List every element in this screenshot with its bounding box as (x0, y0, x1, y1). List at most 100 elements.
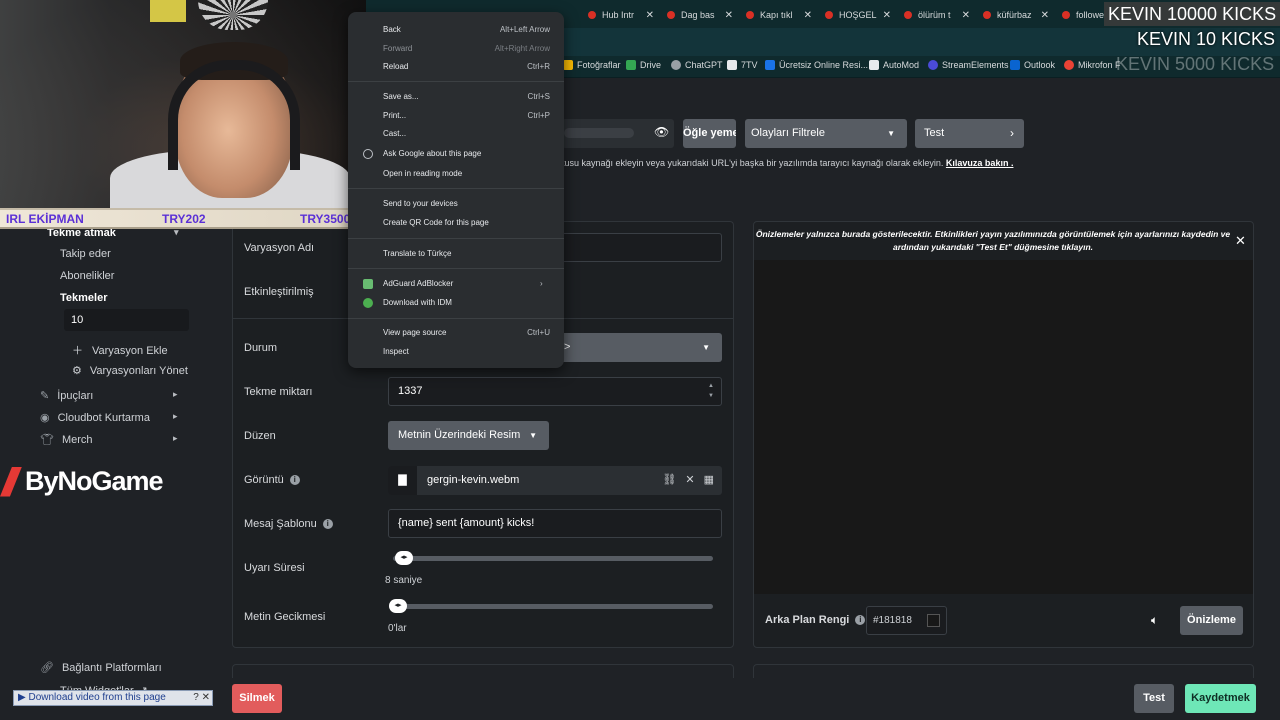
color-swatch[interactable] (927, 614, 940, 627)
close-tab-icon[interactable]: ✕ (962, 10, 970, 21)
7tv-icon (727, 60, 737, 70)
close-tab-icon[interactable]: ✕ (804, 10, 812, 21)
info-icon[interactable]: i (289, 475, 300, 486)
sidebar-item-subs[interactable]: Abonelikler (60, 270, 114, 282)
tab-favicon-icon (667, 11, 675, 19)
bookmark-7tv[interactable]: 7TV (727, 60, 758, 70)
close-icon[interactable]: ✕ (685, 474, 694, 486)
sidebar-item-merch[interactable]: 👕︎ Merch ▸ (40, 433, 190, 446)
browser-source-info: tusu kaynağı ekleyin veya yukarıdaki URL… (562, 158, 1014, 168)
shortcut-print: Ctrl+P (527, 111, 550, 120)
tab-4[interactable]: HOŞGEL ✕ (825, 5, 891, 25)
tab-2[interactable]: Dag bas ✕ (667, 5, 733, 25)
preview-button[interactable]: Önizleme (1180, 606, 1243, 635)
link-icon: 🔗︎ (40, 662, 54, 674)
menu-cast[interactable]: Cast... (383, 129, 406, 138)
grid-icon[interactable]: ▦ (704, 474, 714, 486)
message-template-label: Mesaj Şablonu i (244, 518, 333, 530)
manage-variations-button[interactable]: ⚙ Varyasyonları Yönet (72, 364, 188, 377)
text-delay-slider[interactable]: ◂▸ (389, 599, 713, 613)
tab-5[interactable]: ölürüm t ✕ (904, 5, 970, 25)
menu-reload[interactable]: Reload (383, 62, 408, 71)
bynogame-logo: ByNoGame (0, 466, 164, 497)
menu-adguard[interactable]: AdGuard AdBlocker (383, 279, 453, 288)
caret-down-icon: ▼ (529, 431, 537, 440)
image-file-field[interactable]: ▇ gergin-kevin.webm ⛓ ✕ ▦ (388, 466, 722, 495)
sidebar-item-follow[interactable]: Takip eder (60, 248, 111, 260)
bg-color-label: Arka Plan Rengi i (765, 614, 866, 626)
file-upload-icon[interactable]: ▇ (388, 466, 417, 495)
irl-equipment-label: IRL EKİPMAN (6, 211, 84, 226)
save-button[interactable]: Kaydetmek (1185, 684, 1256, 713)
sidebar-item-cloudbot[interactable]: ◉ Cloudbot Kurtarma ▸ (40, 411, 190, 424)
help-icon[interactable]: ? (193, 692, 199, 703)
delete-button[interactable]: Silmek (232, 684, 282, 713)
info-icon[interactable]: i (322, 519, 333, 530)
alert-duration-slider[interactable]: ◂▸ (393, 551, 713, 565)
alert-duration-value: 8 saniye (385, 575, 423, 586)
shortcut-reload: Ctrl+R (527, 62, 550, 71)
kick-amount-input[interactable]: 1337 ▲ ▼ (388, 377, 722, 406)
bookmark-outlook[interactable]: Outlook (1010, 60, 1055, 70)
test-top-button[interactable]: Test › (915, 119, 1024, 148)
caret-down-icon: ▼ (702, 343, 710, 352)
bookmark-streamelements[interactable]: StreamElements (928, 60, 1009, 70)
slider-handle-icon[interactable]: ◂▸ (389, 599, 407, 613)
menu-view-source[interactable]: View page source (383, 328, 446, 337)
tab-1[interactable]: Hub Intr ✕ (588, 5, 654, 25)
bookmark-online-resim[interactable]: Ücretsiz Online Resi... (765, 60, 868, 70)
menu-idm[interactable]: Download with IDM (383, 298, 452, 307)
menu-inspect[interactable]: Inspect (383, 347, 409, 356)
add-variation-button[interactable]: ＋ Varyasyon Ekle (72, 342, 168, 358)
image-tool-icon (765, 60, 775, 70)
menu-qr-code[interactable]: Create QR Code for this page (383, 218, 489, 227)
menu-ask-google[interactable]: Ask Google about this page (383, 149, 481, 158)
bookmark-drive[interactable]: Drive (626, 60, 661, 70)
kicks-variation-item[interactable]: 10 (64, 309, 189, 331)
close-icon[interactable]: ✕ (1235, 233, 1246, 249)
bookmark-chatgpt[interactable]: ChatGPT (671, 60, 723, 70)
close-tab-icon[interactable]: ✕ (883, 10, 891, 21)
eye-icon[interactable]: 👁︎ (654, 125, 669, 139)
action-bar (220, 678, 1280, 720)
close-tab-icon[interactable]: ✕ (1041, 10, 1049, 21)
tab-3[interactable]: Kapı tıkl ✕ (746, 5, 812, 25)
menu-back[interactable]: Back (383, 25, 401, 34)
sidebar-item-tips[interactable]: ✎ İpuçları ▸ (40, 389, 190, 402)
kick-goal-overlay: KEVIN 5000 KICKS (1116, 54, 1275, 74)
sidebar-item-platforms[interactable]: 🔗︎ Bağlantı Platformları (40, 661, 162, 674)
idm-download-bar[interactable]: ▶ Download video from this page? ✕ (13, 690, 213, 706)
tab-6[interactable]: küfürbaz ✕ (983, 5, 1049, 25)
close-tab-icon[interactable]: ✕ (646, 10, 654, 21)
menu-translate[interactable]: Translate to Türkçe (383, 249, 451, 258)
cloudbot-icon: ◉ (40, 412, 50, 424)
menu-forward[interactable]: Forward (383, 44, 412, 53)
message-template-input[interactable]: {name} sent {amount} kicks! (388, 509, 722, 538)
chevron-right-icon: › (1010, 126, 1014, 140)
test-button[interactable]: Test (1134, 684, 1174, 713)
bookmark-automod[interactable]: AutoMod (869, 60, 919, 70)
close-icon[interactable]: ✕ (202, 692, 210, 703)
bookmark-fotograflar[interactable]: Fotoğraflar (563, 60, 621, 70)
menu-send-devices[interactable]: Send to your devices (383, 199, 458, 208)
shortcut-view-source: Ctrl+U (527, 328, 550, 337)
menu-print[interactable]: Print... (383, 111, 406, 120)
filter-events-select[interactable]: Olayları Filtrele ▼ (745, 119, 907, 148)
link-icon[interactable]: ⛓ (662, 474, 676, 486)
preview-notice: Önizlemeler yalnızca burada gösterilecek… (755, 229, 1231, 252)
tab-7[interactable]: followe (1062, 5, 1104, 25)
info-icon[interactable]: i (855, 615, 866, 626)
menu-save-as[interactable]: Save as... (383, 92, 419, 101)
bookmark-mikrofon[interactable]: Mikrofon F (1064, 60, 1121, 70)
close-tab-icon[interactable]: ✕ (725, 10, 733, 21)
sidebar-item-kicks[interactable]: Tekmeler (60, 292, 108, 304)
lunch-button[interactable]: Öğle yemeği (683, 119, 736, 148)
layout-select[interactable]: Metnin Üzerindeki Resim ▼ (388, 421, 549, 450)
menu-reading-mode[interactable]: Open in reading mode (383, 169, 462, 178)
text-delay-value: 0'lar (388, 623, 407, 634)
number-stepper-icon[interactable]: ▲ ▼ (708, 381, 714, 401)
guide-link[interactable]: Kılavuza bakın . (946, 158, 1014, 168)
chevron-right-icon: ▸ (173, 389, 178, 399)
slider-handle-icon[interactable]: ◂▸ (395, 551, 413, 565)
speaker-icon[interactable]: 🔈︎ (1151, 613, 1158, 628)
